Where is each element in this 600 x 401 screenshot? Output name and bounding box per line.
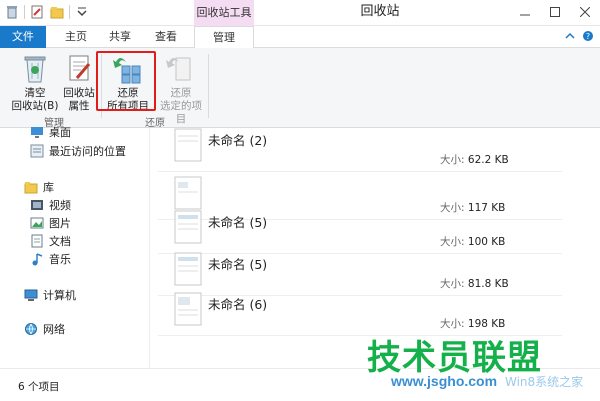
chevron-down-icon[interactable] — [74, 4, 90, 20]
nav-item-videos[interactable]: 视频 — [30, 196, 71, 214]
nav-item-pictures[interactable]: 图片 — [30, 214, 71, 232]
close-icon — [580, 7, 590, 17]
file-size: 大小: 62.2 KB — [440, 152, 509, 167]
minimize-icon — [520, 14, 530, 16]
highlight-box — [96, 51, 156, 111]
document-thumbnail-icon — [174, 292, 202, 326]
desktop-icon — [31, 127, 43, 138]
title-bar: 回收站工具 回收站 — [0, 0, 600, 26]
nav-label: 图片 — [49, 217, 71, 230]
pictures-icon — [30, 217, 44, 229]
properties-label-line2: 属性 — [68, 100, 90, 112]
nav-label: 网络 — [43, 323, 65, 336]
nav-item-network[interactable]: 网络 — [24, 320, 65, 338]
nav-item-desktop[interactable]: 桌面 — [30, 123, 71, 141]
nav-label: 视频 — [49, 199, 71, 212]
empty-bin-label-line1: 清空 — [24, 87, 46, 99]
nav-label: 计算机 — [43, 289, 76, 302]
library-icon — [24, 182, 38, 194]
file-name: 未命名 (5) — [208, 215, 268, 230]
nav-item-documents[interactable]: 文档 — [30, 232, 71, 250]
toolbar-separator — [24, 5, 25, 19]
size-value: 62.2 KB — [467, 154, 509, 166]
empty-bin-label-line2: 回收站(B) — [11, 100, 59, 112]
tab-view[interactable]: 查看 — [146, 26, 186, 48]
nav-label: 文档 — [49, 235, 71, 248]
window-title: 回收站 — [360, 4, 400, 19]
context-tab-label: 回收站工具 — [194, 0, 254, 26]
properties-icon[interactable] — [29, 4, 45, 20]
properties-label-line1: 回收站 — [63, 87, 95, 99]
network-icon — [25, 323, 37, 335]
minimize-button[interactable] — [510, 0, 540, 24]
tab-share[interactable]: 共享 — [100, 26, 140, 48]
empty-recycle-bin-button[interactable]: 清空 回收站(B) — [10, 52, 60, 113]
video-icon — [31, 200, 43, 210]
file-size: 大小: 198 KB — [440, 316, 505, 331]
file-name: 未命名 (2) — [208, 133, 268, 148]
nav-item-libraries[interactable]: 库 — [24, 178, 54, 196]
list-item[interactable]: 未命名 (2) 大小: 62.2 KB — [158, 128, 562, 172]
recycle-bin-small-icon — [7, 6, 17, 19]
size-value: 198 KB — [467, 318, 506, 330]
group-separator — [208, 54, 209, 118]
quick-access-toolbar — [4, 4, 90, 20]
close-button[interactable] — [570, 0, 600, 24]
svg-text:?: ? — [586, 32, 590, 41]
documents-icon — [31, 234, 43, 248]
document-thumbnail-icon — [174, 252, 202, 286]
music-icon — [32, 253, 43, 266]
status-bar: 6 个项目 — [0, 368, 600, 401]
restore-selected-label-line1: 还原 — [170, 87, 192, 99]
nav-label: 音乐 — [49, 253, 71, 266]
ribbon-right-controls: ? — [564, 30, 594, 42]
ribbon-tab-row: 文件 主页 共享 查看 管理 ? — [0, 26, 600, 49]
toolbar-separator — [69, 5, 70, 19]
document-thumbnail-icon — [174, 128, 202, 162]
expand-ribbon-icon[interactable] — [564, 31, 576, 41]
navigation-pane: 桌面 最近访问的位置 库 视频 图片 文档 音乐 计算机 网络 — [0, 126, 150, 368]
nav-item-computer[interactable]: 计算机 — [24, 286, 76, 304]
nav-label: 最近访问的位置 — [49, 145, 126, 158]
file-name: 未命名 (6) — [208, 297, 268, 312]
nav-item-recent[interactable]: 最近访问的位置 — [30, 142, 126, 160]
recent-places-icon — [30, 144, 44, 158]
maximize-button[interactable] — [540, 0, 570, 24]
help-icon[interactable]: ? — [582, 30, 594, 42]
computer-icon — [24, 289, 38, 301]
tab-manage[interactable]: 管理 — [194, 26, 254, 49]
size-label: 大小: — [440, 154, 465, 166]
file-name: 未命名 (5) — [208, 257, 268, 272]
nav-label: 库 — [43, 181, 54, 194]
ribbon: 清空 回收站(B) 回收站 属性 还原 所有项目 还原 选定的项目 管理 还原 — [0, 48, 600, 129]
item-count: 6 个项目 — [18, 381, 60, 393]
recycle-bin-icon — [24, 56, 46, 83]
group-label-restore: 还原 — [145, 118, 165, 129]
recycle-bin-properties-button[interactable]: 回收站 属性 — [60, 52, 98, 113]
document-thumbnail-icon — [174, 210, 202, 244]
maximize-icon — [550, 7, 560, 17]
tab-file[interactable]: 文件 — [0, 26, 46, 48]
window-controls — [510, 0, 600, 24]
size-label: 大小: — [440, 318, 465, 330]
tab-home[interactable]: 主页 — [56, 26, 96, 48]
nav-item-music[interactable]: 音乐 — [30, 250, 71, 268]
restore-selected-icon — [166, 57, 191, 81]
properties-icon — [69, 55, 91, 81]
new-folder-icon[interactable] — [49, 4, 65, 20]
nav-label: 桌面 — [49, 126, 71, 139]
list-item[interactable]: 未命名 (6) 大小: 198 KB — [158, 286, 562, 336]
file-list: 未命名 (2) 大小: 62.2 KB 大小: 117 KB 未命名 (5) 大… — [158, 128, 594, 368]
